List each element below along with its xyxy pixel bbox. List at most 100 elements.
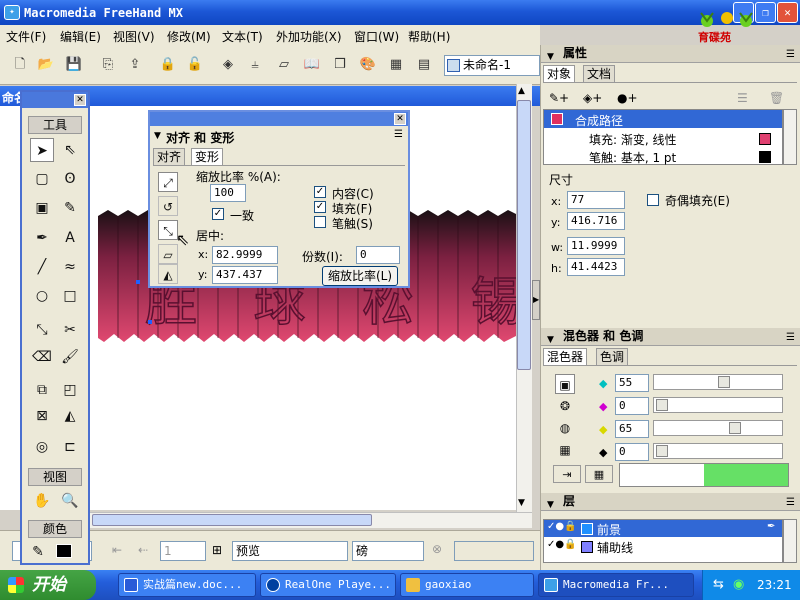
fill-color-swatch[interactable] xyxy=(56,544,72,558)
stroke-color-icon[interactable]: ✎ xyxy=(26,540,50,564)
export-icon[interactable]: ⇪ xyxy=(125,55,145,75)
new-document-icon[interactable]: 🗋 xyxy=(10,55,30,75)
layers-collapse-icon[interactable]: ▼ xyxy=(547,497,554,514)
dim-y-input[interactable]: 416.716 xyxy=(567,212,625,230)
layers-panel-header[interactable]: ▼ 层 ☰ xyxy=(541,493,800,511)
add-page-icon[interactable]: ⊞ xyxy=(212,543,222,557)
color-preview-well[interactable] xyxy=(619,463,789,487)
cmyk-mode-icon[interactable]: ▣ xyxy=(555,374,575,394)
dim-w-input[interactable]: 11.9999 xyxy=(567,237,625,255)
fill-row[interactable]: 填充: 渐变, 线性 xyxy=(589,131,677,148)
extrude-tool-icon[interactable]: ◰ xyxy=(58,378,82,402)
unlock-icon[interactable]: 🔓 xyxy=(185,55,205,75)
document-select[interactable]: 未命名-1 xyxy=(444,55,540,76)
mixer-panel-header[interactable]: ▼ 混色器 和 色调 ☰ xyxy=(541,328,800,346)
properties-collapse-icon[interactable]: ▼ xyxy=(547,49,554,66)
taskbar-item-realone[interactable]: RealOne Playe... xyxy=(260,573,396,597)
ellipse-tool-icon[interactable]: ○ xyxy=(30,284,54,308)
duplicate-icon[interactable]: ☰ xyxy=(737,91,748,105)
tab-transform[interactable]: 变形 xyxy=(191,148,224,165)
properties-panel-header[interactable]: ▼ 属性 ☰ xyxy=(541,45,800,63)
collapse-arrow-icon[interactable]: ▼ xyxy=(154,131,161,141)
first-page-icon[interactable]: ⇤ xyxy=(112,543,122,557)
import-icon[interactable]: ⎘ xyxy=(98,55,118,75)
scale-icon[interactable]: ⤡ xyxy=(158,220,178,240)
clock[interactable]: 23:21 xyxy=(757,570,792,600)
center-x-input[interactable]: 82.9999 xyxy=(212,246,278,264)
layers-icon[interactable]: ▤ xyxy=(414,55,434,75)
layer-color-swatch[interactable] xyxy=(581,541,593,553)
knife-tool-icon[interactable]: ✂ xyxy=(58,318,82,342)
hand-tool-icon[interactable]: ✋ xyxy=(30,489,54,513)
tab-tints[interactable]: 色调 xyxy=(596,348,629,365)
delete-icon[interactable]: 🗑 xyxy=(769,91,784,105)
line-tool-icon[interactable]: ╱ xyxy=(30,255,54,279)
yellow-input[interactable]: 65 xyxy=(615,420,649,438)
magenta-slider[interactable] xyxy=(653,397,783,413)
cyan-input[interactable]: 55 xyxy=(615,374,649,392)
restore-button[interactable]: ❐ xyxy=(755,2,776,23)
taskbar-item-freehand[interactable]: Macromedia Fr... xyxy=(538,573,694,597)
stroke-checkbox[interactable] xyxy=(314,216,326,228)
black-slider-knob[interactable] xyxy=(656,445,668,457)
tab-mixer[interactable]: 混色器 xyxy=(543,348,588,365)
scale-percent-input[interactable]: 100 xyxy=(210,184,246,202)
group-icon[interactable]: ◈ xyxy=(218,55,238,75)
lock-icon[interactable]: 🔒 xyxy=(158,55,178,75)
scroll-up-icon[interactable]: ▲ xyxy=(518,86,525,96)
open-folder-icon[interactable]: 📂 xyxy=(36,55,56,75)
connector-tool-icon[interactable]: ⊏ xyxy=(58,435,82,459)
menu-modify[interactable]: 修改(M) xyxy=(167,28,211,45)
eyedropper-tool-icon[interactable]: ✎ xyxy=(58,196,82,220)
even-odd-checkbox[interactable] xyxy=(647,194,659,206)
properties-scrollbar[interactable] xyxy=(783,109,797,165)
brush-tool-icon[interactable]: 🖌 xyxy=(58,345,82,369)
panel-close-icon[interactable]: ✕ xyxy=(394,113,406,125)
black-slider[interactable] xyxy=(653,443,783,459)
menu-window[interactable]: 窗口(W) xyxy=(354,28,399,45)
pointer-tool-icon[interactable]: ➤ xyxy=(30,138,54,162)
menu-text[interactable]: 文本(T) xyxy=(222,28,263,45)
subselect-tool-icon[interactable]: ⇖ xyxy=(58,138,82,162)
save-icon[interactable]: 💾 xyxy=(64,55,84,75)
cyan-slider-knob[interactable] xyxy=(717,376,730,388)
black-input[interactable]: 0 xyxy=(615,443,649,461)
add-to-swatches-icon[interactable]: ⇥ xyxy=(553,465,581,483)
layer-row-foreground[interactable] xyxy=(544,520,782,537)
page-number-field[interactable]: 1 xyxy=(160,541,206,561)
freehand-app-icon[interactable]: ✦ xyxy=(4,5,20,20)
graphic-hose-icon[interactable]: ⊠ xyxy=(30,404,54,428)
scale-tool-icon[interactable]: ⤡ xyxy=(30,318,54,342)
rgb-mode-icon[interactable]: ❂ xyxy=(555,396,575,416)
menu-file[interactable]: 文件(F) xyxy=(6,28,46,45)
blend-tool-icon[interactable]: ◎ xyxy=(30,435,54,459)
cyan-slider[interactable] xyxy=(653,374,783,390)
add-stroke-icon[interactable]: ✎+ xyxy=(549,91,569,105)
library-icon[interactable]: 📖 xyxy=(302,55,322,75)
add-fill-icon[interactable]: ◈+ xyxy=(583,91,602,105)
dim-x-input[interactable]: 77 xyxy=(567,191,625,209)
reflect-icon[interactable]: ◭ xyxy=(158,264,178,284)
text-tool-icon[interactable]: A xyxy=(58,226,82,250)
swatch-grid-icon[interactable]: ▦ xyxy=(585,465,613,483)
tools-panel-header[interactable]: ✕ xyxy=(22,92,88,108)
lasso-tool-icon[interactable]: ʘ xyxy=(58,167,82,191)
layer-visible-icon[interactable]: ✓●🔒 xyxy=(547,521,577,532)
swatches-icon[interactable]: ▦ xyxy=(386,55,406,75)
prev-page-icon[interactable]: ⇠ xyxy=(138,543,148,557)
color-mixer-icon[interactable]: 🎨 xyxy=(358,55,378,75)
reflect-tool-icon[interactable]: ◭ xyxy=(58,404,82,428)
center-y-input[interactable]: 437.437 xyxy=(212,266,278,284)
menu-view[interactable]: 视图(V) xyxy=(113,28,155,45)
close-button[interactable]: ✕ xyxy=(777,2,798,23)
align-transform-panel-header[interactable]: ✕ xyxy=(150,112,408,126)
view-mode-select[interactable]: 预览 xyxy=(232,541,348,561)
magenta-input[interactable]: 0 xyxy=(615,397,649,415)
page-tool-icon[interactable]: ▢ xyxy=(30,167,54,191)
uniform-checkbox[interactable]: ✓ xyxy=(212,208,224,220)
scroll-down-icon[interactable]: ▼ xyxy=(518,498,525,508)
styles-icon[interactable]: ❒ xyxy=(330,55,350,75)
mixer-menu-icon[interactable]: ☰ xyxy=(786,329,795,346)
yellow-slider[interactable] xyxy=(653,420,783,436)
hls-mode-icon[interactable]: ◍ xyxy=(555,418,575,438)
